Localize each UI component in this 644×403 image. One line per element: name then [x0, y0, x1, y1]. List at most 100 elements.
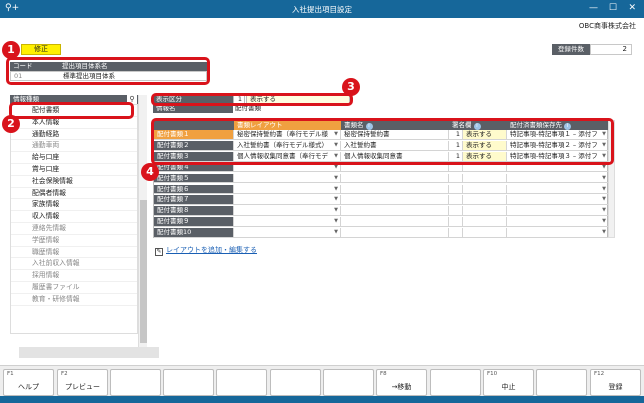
fkey-label: →移動	[391, 383, 412, 391]
cell-text: 配付書類10	[157, 228, 192, 237]
table-row[interactable]: 配付書類７ ▼ ▼	[154, 195, 609, 206]
cell-dest[interactable]: ▼	[507, 184, 609, 195]
cell-name[interactable]	[341, 206, 449, 217]
annotation-box-1	[6, 57, 210, 85]
chevron-down-icon[interactable]: ▼	[602, 185, 606, 194]
fkey-label: 中止	[501, 383, 516, 391]
annotation-box-3	[151, 93, 353, 106]
info-type-list: 配付書類 本人情報 通勤経路 通勤車両 給与口座 賞与口座 社会保険情報 配偶者…	[10, 104, 138, 334]
fkey-empty-button[interactable]	[110, 369, 161, 396]
cell-sig-num[interactable]	[449, 228, 463, 238]
annotation-badge-3: 3	[342, 78, 360, 96]
cell-sig-text[interactable]	[463, 228, 507, 238]
cell-text: 配付書類７	[157, 195, 190, 204]
fkey-f12-button[interactable]: F12 登録	[590, 369, 641, 396]
fkey-f1-button[interactable]: F1 ヘルプ	[3, 369, 54, 396]
list-item[interactable]: 賞与口座	[11, 163, 137, 176]
list-item[interactable]: 採用情報	[11, 270, 137, 282]
fkey-f2-button[interactable]: F2 プレビュー	[57, 369, 108, 396]
table-row[interactable]: 配付書類５ ▼ ▼	[154, 173, 609, 184]
company-name: OBC商事株式会社	[578, 22, 636, 30]
list-item[interactable]: 通勤経路	[11, 128, 137, 141]
cell-dest[interactable]: ▼	[507, 195, 609, 206]
table-row[interactable]: 配付書類10 ▼ ▼	[154, 228, 609, 238]
fkey-f10-button[interactable]: F10 中止	[483, 369, 534, 396]
cell-sig-num[interactable]	[449, 173, 463, 184]
cell-name[interactable]	[341, 184, 449, 195]
cell-layout[interactable]: ▼	[234, 195, 341, 206]
row-label: 配付書類９	[154, 217, 234, 227]
cell-name[interactable]	[341, 228, 449, 238]
cell-sig-num[interactable]	[449, 184, 463, 195]
fkey-empty-button[interactable]	[163, 369, 214, 396]
list-item[interactable]: 配偶者情報	[11, 187, 137, 200]
list-item[interactable]: 給与口座	[11, 152, 137, 164]
list-item[interactable]: 入社前収入情報	[11, 258, 137, 271]
status-field	[19, 347, 159, 358]
chevron-down-icon[interactable]: ▼	[334, 185, 338, 194]
table-row[interactable]: 配付書類８ ▼ ▼	[154, 206, 609, 217]
chevron-down-icon[interactable]: ▼	[334, 228, 338, 237]
chevron-down-icon[interactable]: ▼	[602, 206, 606, 215]
minimize-icon[interactable]: —	[589, 3, 598, 13]
fkey-empty-button[interactable]	[430, 369, 481, 396]
cell-sig-text[interactable]	[463, 184, 507, 195]
cell-text: 配付書類８	[157, 206, 190, 215]
cell-sig-num[interactable]	[449, 206, 463, 217]
cell-dest[interactable]: ▼	[507, 173, 609, 184]
fkey-empty-button[interactable]	[270, 369, 321, 396]
chevron-down-icon[interactable]: ▼	[334, 206, 338, 215]
cell-sig-text[interactable]	[463, 195, 507, 206]
cell-layout[interactable]: ▼	[234, 184, 341, 195]
fkey-key: F12	[594, 371, 605, 377]
chevron-down-icon[interactable]: ▼	[602, 174, 606, 183]
list-item[interactable]: 家族情報	[11, 199, 137, 212]
cell-sig-text[interactable]	[463, 206, 507, 217]
count-value: 2	[590, 44, 632, 55]
fkey-label: ヘルプ	[18, 383, 39, 391]
list-item[interactable]: 教育・研修情報	[11, 293, 137, 306]
cell-name[interactable]	[341, 217, 449, 227]
maximize-icon[interactable]: ☐	[609, 3, 617, 13]
list-item[interactable]: 社会保険情報	[11, 175, 137, 188]
fkey-empty-button[interactable]	[323, 369, 374, 396]
fkey-f8-button[interactable]: F8 →移動	[376, 369, 427, 396]
title-bar: ⚲+ 入社提出項目設定 — ☐ ✕	[0, 0, 644, 18]
cell-layout[interactable]: ▼	[234, 206, 341, 217]
table-row[interactable]: 配付書類９ ▼ ▼	[154, 217, 609, 227]
left-scrollbar[interactable]	[138, 95, 147, 350]
cell-sig-text[interactable]	[463, 173, 507, 184]
cell-dest[interactable]: ▼	[507, 206, 609, 217]
list-item[interactable]: 職歴情報	[11, 246, 137, 259]
fkey-label: 登録	[608, 383, 623, 391]
cell-dest[interactable]: ▼	[507, 228, 609, 238]
cell-layout[interactable]: ▼	[234, 217, 341, 227]
scroll-thumb[interactable]	[140, 200, 147, 343]
fkey-empty-button[interactable]	[536, 369, 587, 396]
cell-sig-text[interactable]	[463, 217, 507, 227]
chevron-down-icon[interactable]: ▼	[602, 217, 606, 226]
add-edit-layout-link[interactable]: ✎ レイアウトを追加・編集する	[155, 245, 257, 256]
cell-layout[interactable]: ▼	[234, 228, 341, 238]
cell-sig-num[interactable]	[449, 217, 463, 227]
list-item[interactable]: 学歴情報	[11, 234, 137, 247]
cell-name[interactable]	[341, 195, 449, 206]
chevron-down-icon[interactable]: ▼	[602, 228, 606, 237]
fkey-empty-button[interactable]	[216, 369, 267, 396]
chevron-down-icon[interactable]: ▼	[334, 174, 338, 183]
close-icon[interactable]: ✕	[628, 3, 636, 13]
chevron-down-icon[interactable]: ▼	[334, 195, 338, 204]
list-item[interactable]: 履歴書ファイル	[11, 281, 137, 294]
cell-sig-num[interactable]	[449, 195, 463, 206]
cell-dest[interactable]: ▼	[507, 217, 609, 227]
cell-layout[interactable]: ▼	[234, 173, 341, 184]
list-item[interactable]: 連絡先情報	[11, 222, 137, 235]
window-title: 入社提出項目設定	[292, 5, 352, 14]
chevron-down-icon[interactable]: ▼	[334, 217, 338, 226]
table-row[interactable]: 配付書類６ ▼ ▼	[154, 184, 609, 195]
chevron-down-icon[interactable]: ▼	[602, 195, 606, 204]
cell-name[interactable]	[341, 173, 449, 184]
list-item[interactable]: 通勤車両	[11, 140, 137, 153]
cell-text: 配付書類６	[157, 184, 190, 193]
list-item[interactable]: 収入情報	[11, 211, 137, 223]
